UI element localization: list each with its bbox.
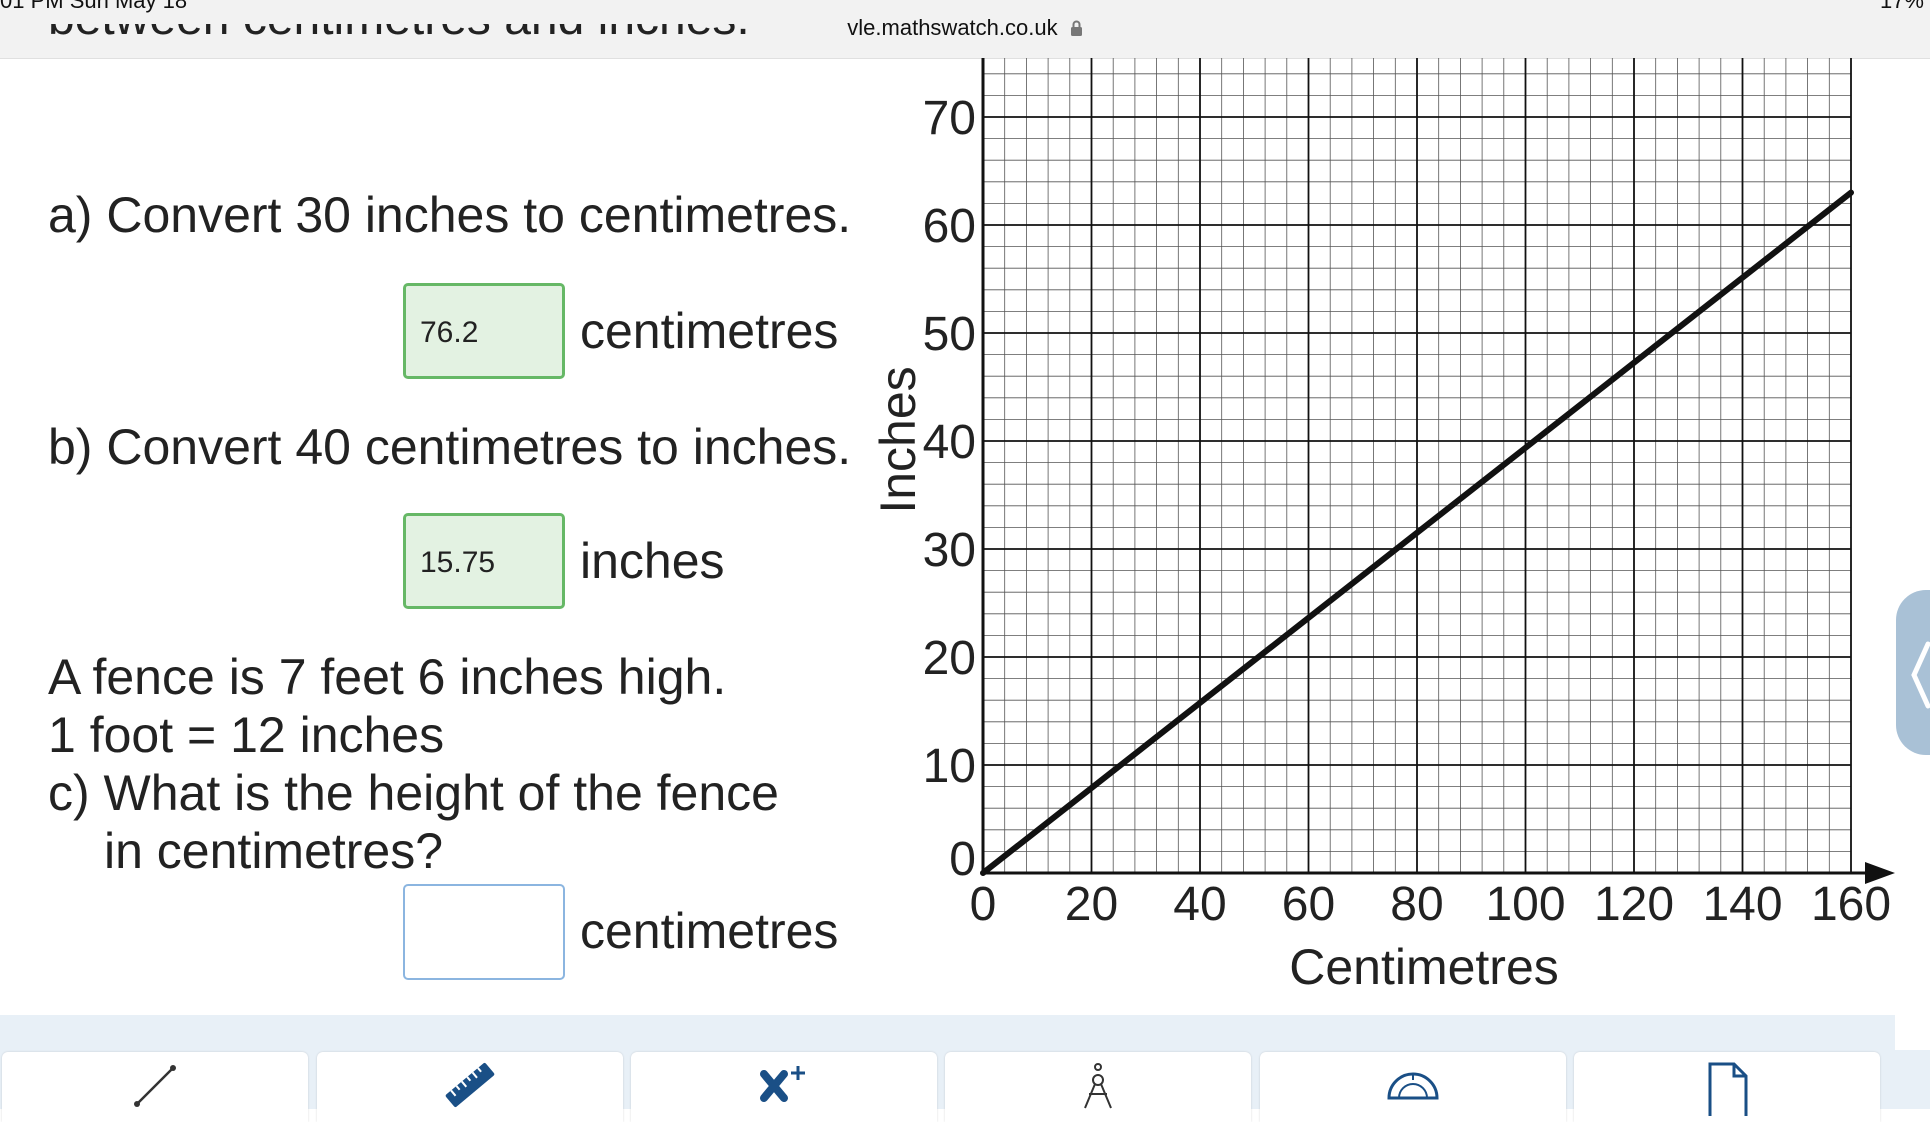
- x-tick-label: 20: [1065, 878, 1118, 931]
- line-tool-icon: [134, 1065, 176, 1107]
- y-tick-label: 0: [949, 833, 976, 886]
- x-tick-label: 160: [1811, 878, 1891, 931]
- y-tick-label: 20: [923, 632, 976, 685]
- protractor-icon: [1387, 1072, 1439, 1100]
- y-tick-label: 40: [923, 416, 976, 469]
- y-tick-label: 30: [923, 524, 976, 577]
- y-tick-label: 10: [923, 740, 976, 793]
- page-icon: [1708, 1062, 1748, 1116]
- ruler-button[interactable]: [317, 1052, 623, 1122]
- y-axis-label: Inches: [870, 366, 926, 513]
- ruler-icon: [445, 1062, 495, 1108]
- side-panel-handle[interactable]: [1896, 590, 1930, 755]
- x-axis-label: Centimetres: [1289, 939, 1559, 995]
- protractor-button[interactable]: [1260, 1052, 1566, 1122]
- y-tick-label: 60: [923, 200, 976, 253]
- x-tick-label: 80: [1390, 878, 1443, 931]
- x-tick-label: 100: [1485, 878, 1565, 931]
- x-tick-label: 40: [1173, 878, 1226, 931]
- add-point-button[interactable]: [631, 1052, 937, 1122]
- page-button[interactable]: [1574, 1052, 1880, 1122]
- x-tick-label: 60: [1282, 878, 1335, 931]
- add-point-icon: [760, 1066, 805, 1102]
- chevron-left-icon: [1911, 641, 1930, 709]
- x-tick-label: 140: [1702, 878, 1782, 931]
- y-tick-label: 50: [923, 308, 976, 361]
- y-tick-label: 70: [923, 92, 976, 145]
- x-tick-label: 120: [1594, 878, 1674, 931]
- conversion-graph: 0 20 40 60 80 100 120 140 160010203040506070Cent…: [870, 58, 1895, 995]
- compass-icon: [1084, 1063, 1112, 1109]
- line-tool-button[interactable]: [2, 1052, 308, 1122]
- compass-button[interactable]: [945, 1052, 1251, 1122]
